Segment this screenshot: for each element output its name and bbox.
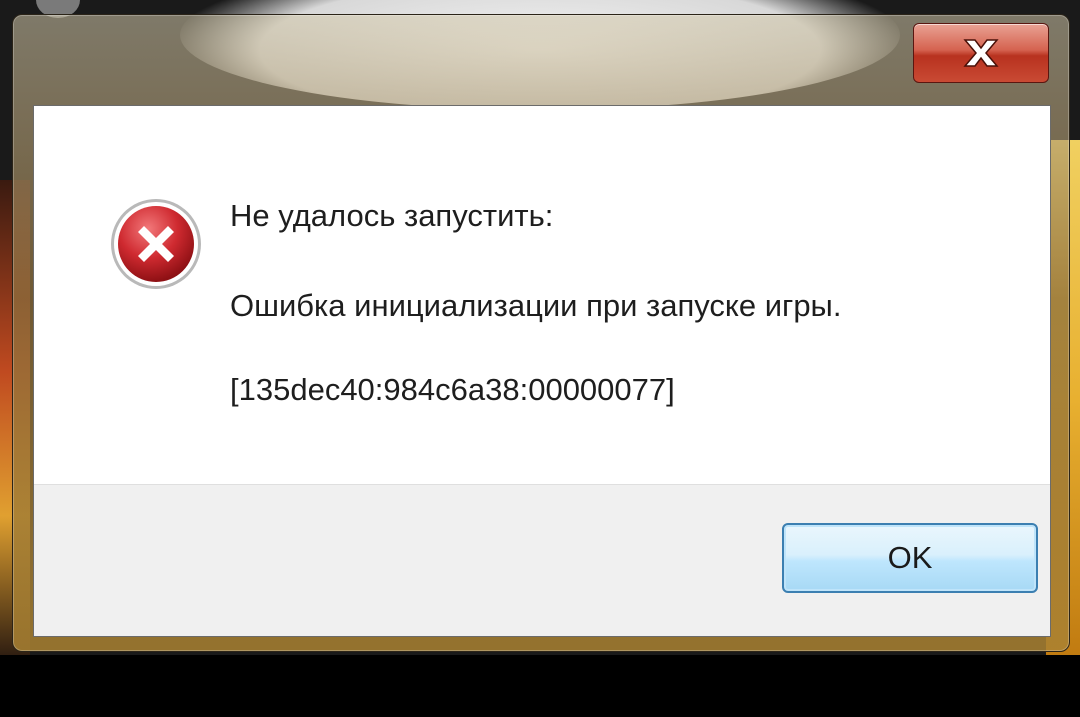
message-area: Не удалось запустить: Ошибка инициализац… (34, 106, 1050, 484)
error-heading: Не удалось запустить: (230, 198, 554, 233)
error-icon (111, 199, 201, 289)
button-bar: OK (34, 484, 1050, 636)
title-bar (13, 15, 1069, 103)
close-button[interactable] (913, 23, 1049, 83)
ok-button[interactable]: OK (782, 523, 1038, 593)
error-code: [135dec40:984c6a38:00000077] (230, 372, 675, 407)
dialog-client-area: Не удалось запустить: Ошибка инициализац… (33, 105, 1051, 637)
close-icon (963, 39, 999, 67)
error-message: Ошибка инициализации при запуске игры. (230, 288, 842, 323)
screenshot-stage: Не удалось запустить: Ошибка инициализац… (0, 0, 1080, 717)
wallpaper-bottom (0, 655, 1080, 717)
error-dialog-window: Не удалось запустить: Ошибка инициализац… (12, 14, 1070, 652)
